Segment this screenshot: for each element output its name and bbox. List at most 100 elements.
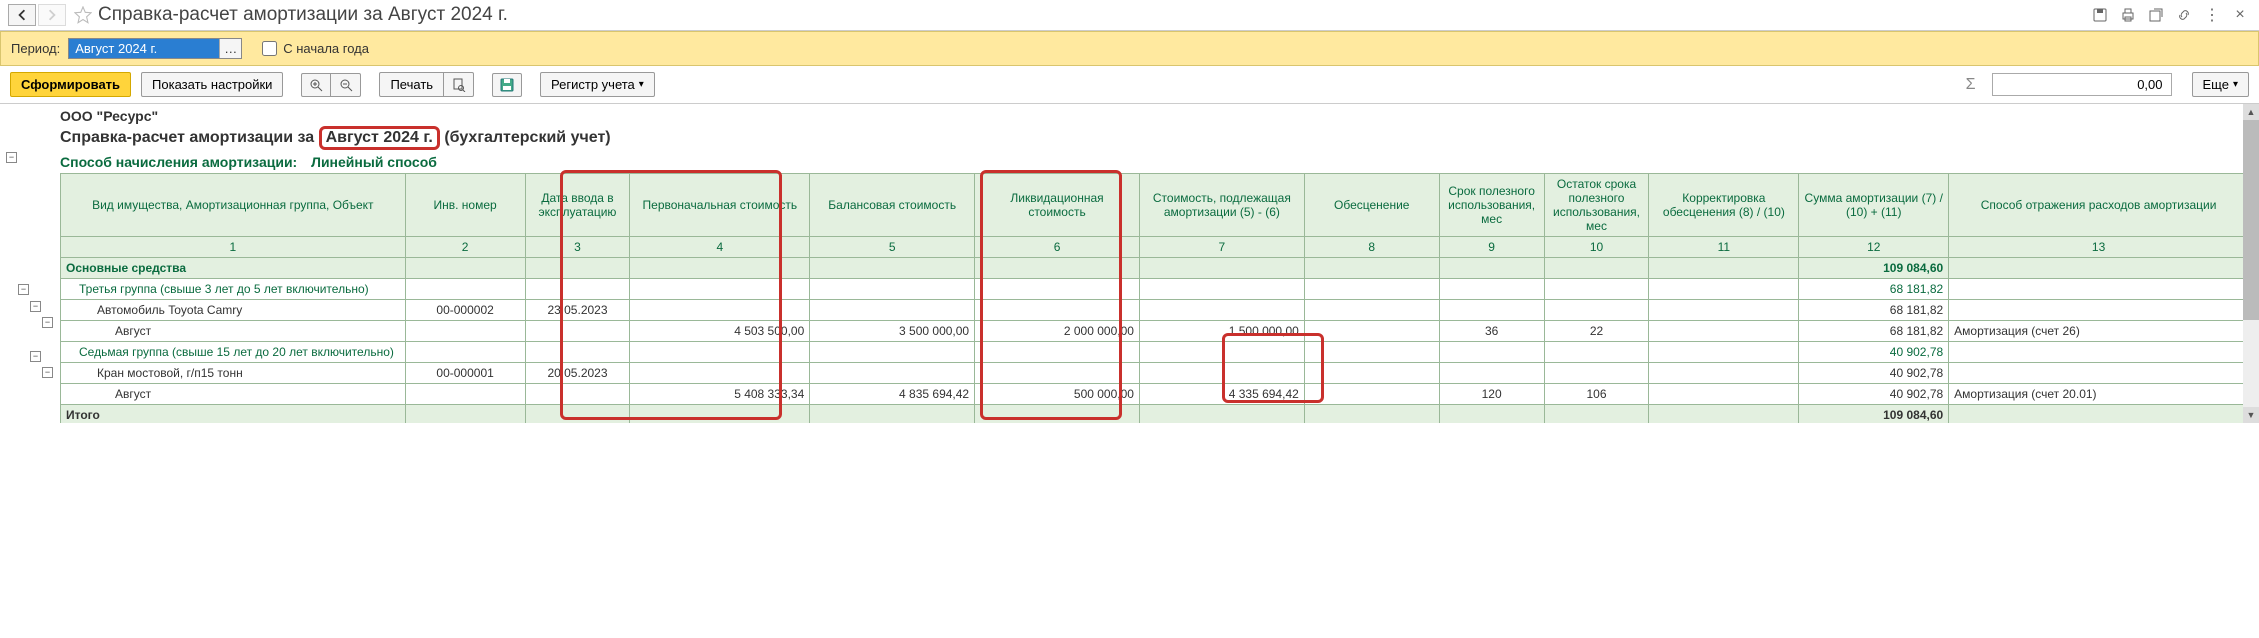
cell: 22 xyxy=(1544,321,1649,342)
cell: Август xyxy=(61,384,406,405)
from-year-start-input[interactable] xyxy=(262,41,277,56)
period-bar: Период: … С начала года xyxy=(0,31,2259,66)
report-area: − − − − − − ООО "Ресурс" Справка-расчет … xyxy=(0,103,2259,423)
save-report-icon[interactable] xyxy=(2089,4,2111,26)
toolbar: Сформировать Показать настройки Печать Р… xyxy=(0,66,2259,103)
register-dropdown[interactable]: Регистр учета xyxy=(540,72,655,97)
col-header: Ликвидационная стоимость xyxy=(975,174,1140,237)
report-title-prefix: Справка-расчет амортизации за xyxy=(60,129,314,146)
more-menu-icon[interactable]: ⋮ xyxy=(2201,4,2223,26)
scroll-thumb[interactable] xyxy=(2243,120,2259,320)
cell: Август xyxy=(61,321,406,342)
generate-button[interactable]: Сформировать xyxy=(10,72,131,97)
print-button[interactable]: Печать xyxy=(379,72,444,97)
cell: Седьмая группа (свыше 15 лет до 20 лет в… xyxy=(61,342,406,363)
col-num: 6 xyxy=(975,237,1140,258)
method-value: Линейный способ xyxy=(311,154,437,170)
col-header: Стоимость, подлежащая амортизации (5) - … xyxy=(1139,174,1304,237)
page-magnifier-icon xyxy=(452,78,466,92)
total-row[interactable]: Итого 109 084,60 xyxy=(61,405,2249,424)
col-num: 12 xyxy=(1799,237,1949,258)
col-header: Корректировка обесценения (8) / (10) xyxy=(1649,174,1799,237)
cell: 120 xyxy=(1439,384,1544,405)
page-title: Справка-расчет амортизации за Август 202… xyxy=(98,4,2089,26)
cell: 23.05.2023 xyxy=(525,300,630,321)
method-label: Способ начисления амортизации: xyxy=(60,154,297,170)
col-header: Сумма амортизации (7) / (10) + (11) xyxy=(1799,174,1949,237)
report-title: Справка-расчет амортизации за Август 202… xyxy=(60,126,2249,150)
period-picker-button[interactable]: … xyxy=(219,39,241,58)
report-table: Вид имущества, Амортизационная группа, О… xyxy=(60,173,2249,423)
cell: 3 500 000,00 xyxy=(810,321,975,342)
col-num: 7 xyxy=(1139,237,1304,258)
month-row[interactable]: Август 5 408 333,34 4 835 694,42 500 000… xyxy=(61,384,2249,405)
scroll-up-icon[interactable]: ▲ xyxy=(2243,104,2259,120)
scroll-down-icon[interactable]: ▼ xyxy=(2243,407,2259,423)
show-settings-button[interactable]: Показать настройки xyxy=(141,72,283,97)
from-year-start-checkbox[interactable]: С начала года xyxy=(262,41,369,56)
arrow-left-icon xyxy=(16,9,28,21)
cell: Третья группа (свыше 3 лет до 5 лет вклю… xyxy=(61,279,406,300)
save-button[interactable] xyxy=(492,73,522,97)
group-row[interactable]: Седьмая группа (свыше 15 лет до 20 лет в… xyxy=(61,342,2249,363)
cell: 2 000 000,00 xyxy=(975,321,1140,342)
diskette-icon xyxy=(500,78,514,92)
cell: 00-000001 xyxy=(405,363,525,384)
cell: Амортизация (счет 20.01) xyxy=(1949,384,2249,405)
col-header: Обесценение xyxy=(1304,174,1439,237)
cell: 500 000,00 xyxy=(975,384,1140,405)
cell: 00-000002 xyxy=(405,300,525,321)
cell: 40 902,78 xyxy=(1799,342,1949,363)
zoom-out-button[interactable] xyxy=(331,73,361,97)
favorite-star-icon[interactable] xyxy=(74,6,92,24)
cell: 109 084,60 xyxy=(1799,258,1949,279)
print-icon[interactable] xyxy=(2117,4,2139,26)
sigma-icon: Σ xyxy=(1966,76,1976,94)
report-org: ООО "Ресурс" xyxy=(60,108,2249,124)
cell: 20.05.2023 xyxy=(525,363,630,384)
arrow-right-icon xyxy=(46,9,58,21)
col-header: Вид имущества, Амортизационная группа, О… xyxy=(61,174,406,237)
sum-field[interactable] xyxy=(1992,73,2172,96)
col-header: Остаток срока полезного использования, м… xyxy=(1544,174,1649,237)
from-year-start-label: С начала года xyxy=(283,41,369,56)
report-title-period-highlight: Август 2024 г. xyxy=(319,126,440,150)
col-num: 8 xyxy=(1304,237,1439,258)
group-row[interactable]: Третья группа (свыше 3 лет до 5 лет вклю… xyxy=(61,279,2249,300)
col-num: 10 xyxy=(1544,237,1649,258)
period-input[interactable] xyxy=(69,39,219,58)
item-row[interactable]: Кран мостовой, г/п15 тонн 00-000001 20.0… xyxy=(61,363,2249,384)
print-preview-button[interactable] xyxy=(444,72,474,97)
cell: Амортизация (счет 26) xyxy=(1949,321,2249,342)
external-window-icon[interactable] xyxy=(2145,4,2167,26)
link-icon[interactable] xyxy=(2173,4,2195,26)
cell: 36 xyxy=(1439,321,1544,342)
cell: 1 500 000,00 xyxy=(1139,321,1304,342)
zoom-in-button[interactable] xyxy=(301,73,331,97)
col-num: 9 xyxy=(1439,237,1544,258)
cell: Основные средства xyxy=(61,258,406,279)
vertical-scrollbar[interactable]: ▲ ▼ xyxy=(2243,104,2259,423)
col-num: 5 xyxy=(810,237,975,258)
cell: 4 835 694,42 xyxy=(810,384,975,405)
col-header: Срок полезного использования, мес xyxy=(1439,174,1544,237)
nav-forward-button[interactable] xyxy=(38,4,66,26)
col-num: 13 xyxy=(1949,237,2249,258)
col-num: 1 xyxy=(61,237,406,258)
item-row[interactable]: Автомобиль Toyota Camry 00-000002 23.05.… xyxy=(61,300,2249,321)
cell: 106 xyxy=(1544,384,1649,405)
cell: Кран мостовой, г/п15 тонн xyxy=(61,363,406,384)
col-num: 11 xyxy=(1649,237,1799,258)
cell: 4 503 500,00 xyxy=(630,321,810,342)
nav-back-button[interactable] xyxy=(8,4,36,26)
cell: 68 181,82 xyxy=(1799,321,1949,342)
close-icon[interactable]: × xyxy=(2229,4,2251,26)
more-button[interactable]: Еще xyxy=(2192,72,2249,97)
month-row[interactable]: Август 4 503 500,00 3 500 000,00 2 000 0… xyxy=(61,321,2249,342)
section-row[interactable]: Основные средства 109 084,60 xyxy=(61,258,2249,279)
report-method-line: Способ начисления амортизации: Линейный … xyxy=(60,154,2249,170)
col-header: Балансовая стоимость xyxy=(810,174,975,237)
report-title-suffix: (бухгалтерский учет) xyxy=(444,129,610,146)
col-header: Первоначальная стоимость xyxy=(630,174,810,237)
col-num: 4 xyxy=(630,237,810,258)
